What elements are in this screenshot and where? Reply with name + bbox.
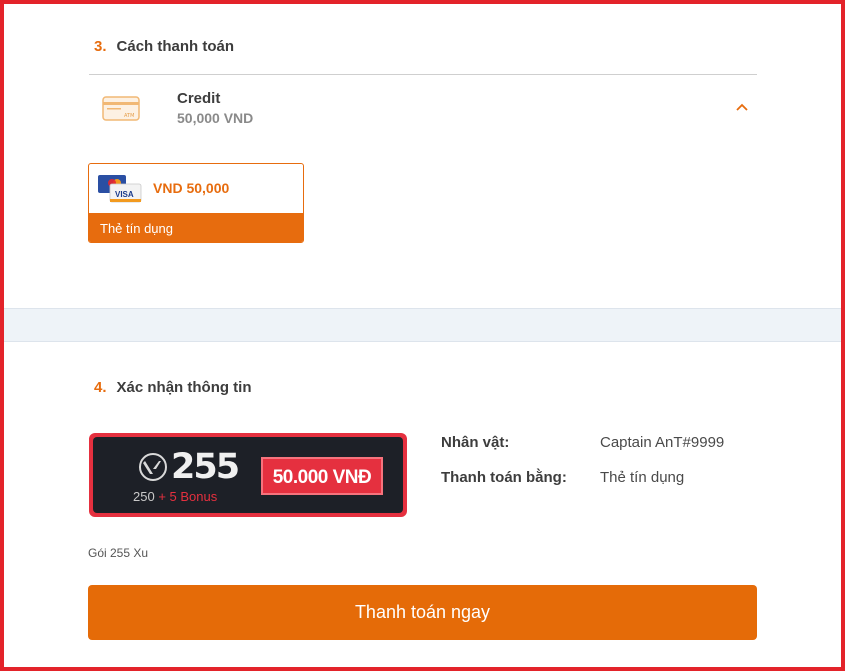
payment-method-price: 50,000 VND: [177, 110, 254, 126]
package-name: Gói 255 Xu: [88, 546, 149, 560]
payment-method-name: Credit: [177, 90, 221, 107]
option-card-top: VISA VND 50,000: [89, 164, 303, 213]
payment-by-label: Thanh toán bằng:: [441, 469, 567, 486]
chevron-up-icon[interactable]: [735, 102, 749, 112]
package-points: 255: [171, 447, 240, 487]
svg-text:ATM: ATM: [124, 113, 134, 119]
section-separator: [4, 308, 841, 342]
bonus-extra: + 5 Bonus: [158, 489, 218, 504]
confirm-section-number: 4.: [94, 379, 107, 396]
payment-by-value: Thẻ tín dụng: [600, 469, 685, 486]
payment-method-credit[interactable]: ATM Credit 50,000 VND: [89, 84, 757, 134]
option-price: VND 50,000: [153, 180, 230, 196]
bonus-base: 250: [133, 489, 155, 504]
character-label: Nhân vật:: [441, 434, 510, 451]
package-bonus: 250 + 5 Bonus: [133, 489, 217, 504]
valorant-points-icon: [139, 453, 167, 481]
pay-now-button[interactable]: Thanh toán ngay: [88, 585, 757, 640]
payment-section-title: 3. Cách thanh toán: [94, 38, 234, 55]
banner-inner: 255 250 + 5 Bonus 50.000 VNĐ: [93, 437, 403, 513]
confirm-section-title-text: Xác nhận thông tin: [116, 379, 252, 396]
character-value: Captain AnT#9999: [600, 434, 725, 451]
confirm-section-title: 4. Xác nhận thông tin: [94, 379, 252, 396]
credit-card-icon: ATM: [102, 96, 140, 121]
option-label: Thẻ tín dụng: [89, 213, 303, 242]
payment-section-title-text: Cách thanh toán: [116, 38, 235, 55]
package-banner: 255 250 + 5 Bonus 50.000 VNĐ: [89, 433, 407, 517]
mastercard-visa-icon: VISA: [98, 175, 142, 203]
package-price-tag: 50.000 VNĐ: [261, 457, 383, 495]
svg-text:VISA: VISA: [115, 190, 134, 199]
section-divider: [89, 74, 757, 75]
payment-option-credit-card[interactable]: VISA VND 50,000 Thẻ tín dụng: [88, 163, 304, 243]
payment-section-number: 3.: [94, 38, 107, 55]
